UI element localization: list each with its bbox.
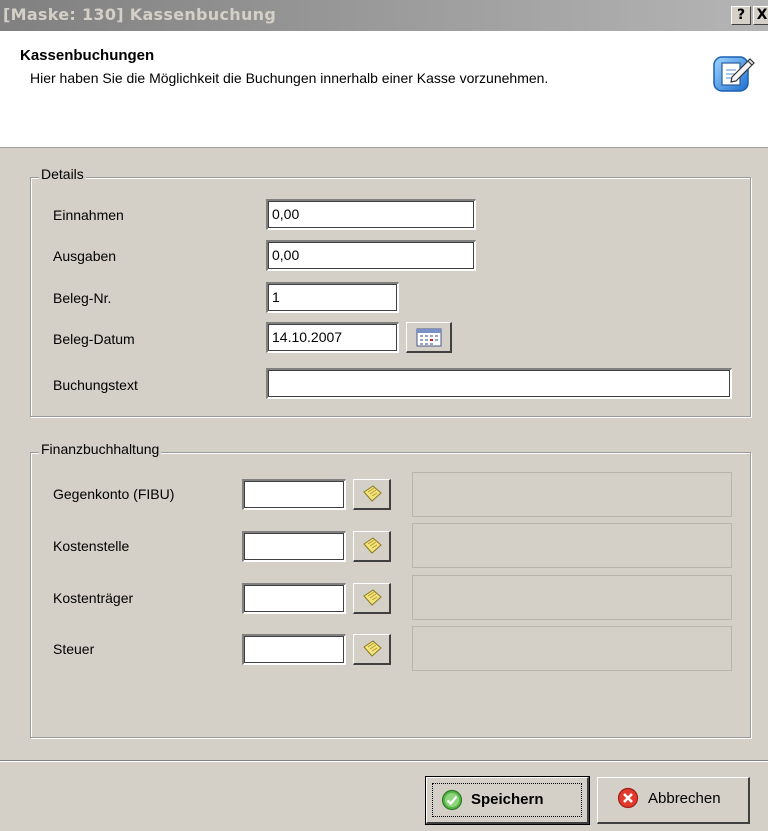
beleg-nr-label: Beleg-Nr. [53,290,112,306]
ausgaben-label: Ausgaben [53,248,117,264]
title-bar[interactable]: [Maske: 130] Kassenbuchung ? X [0,0,768,31]
einnahmen-label: Einnahmen [53,207,124,223]
save-label: Speichern [471,791,544,808]
note-icon [363,537,382,554]
header-description: Hier haben Sie die Möglichkeit die Buchu… [30,70,549,86]
kostentraeger-input[interactable] [242,583,346,614]
note-icon [363,589,382,606]
steuer-lookup-button[interactable] [353,634,391,665]
kostentraeger-label: Kostenträger [53,590,134,606]
header-panel: Kassenbuchungen Hier haben Sie die Mögli… [0,31,768,148]
kostentraeger-lookup-button[interactable] [353,583,391,614]
save-button[interactable]: Speichern [425,776,590,825]
header-title: Kassenbuchungen [20,47,155,64]
kostenstelle-lookup-button[interactable] [353,531,391,562]
calendar-icon [416,328,442,347]
beleg-datum-label: Beleg-Datum [53,331,135,347]
gegenkonto-label: Gegenkonto (FIBU) [53,486,175,502]
cancel-button[interactable]: Abbrechen [597,777,750,824]
footer-divider [0,760,768,762]
kostenstelle-input[interactable] [242,531,346,562]
help-button[interactable]: ? [731,6,751,25]
beleg-nr-input[interactable]: 1 [266,282,399,313]
steuer-description [412,626,732,671]
einnahmen-input[interactable]: 0,00 [266,199,476,230]
window-title: [Maske: 130] Kassenbuchung [3,5,277,24]
beleg-datum-input[interactable]: 14.10.2007 [266,322,399,353]
details-legend: Details [39,166,86,182]
ausgaben-input[interactable]: 0,00 [266,240,476,271]
note-icon [363,640,382,657]
kostenstelle-description [412,523,732,568]
fibu-legend: Finanzbuchhaltung [39,441,162,457]
check-icon [441,789,463,811]
gegenkonto-input[interactable] [242,479,346,510]
cancel-icon [617,787,639,809]
steuer-input[interactable] [242,634,346,665]
gegenkonto-lookup-button[interactable] [353,479,391,510]
calendar-button[interactable] [406,322,452,353]
buchungstext-input[interactable] [266,368,732,399]
kostentraeger-description [412,575,732,620]
gegenkonto-description [412,472,732,517]
cancel-label: Abbrechen [648,790,721,807]
note-icon [363,485,382,502]
edit-document-icon [713,56,755,92]
close-button[interactable]: X [753,6,768,25]
buchungstext-label: Buchungstext [53,377,138,393]
steuer-label: Steuer [53,641,95,657]
kostenstelle-label: Kostenstelle [53,538,130,554]
